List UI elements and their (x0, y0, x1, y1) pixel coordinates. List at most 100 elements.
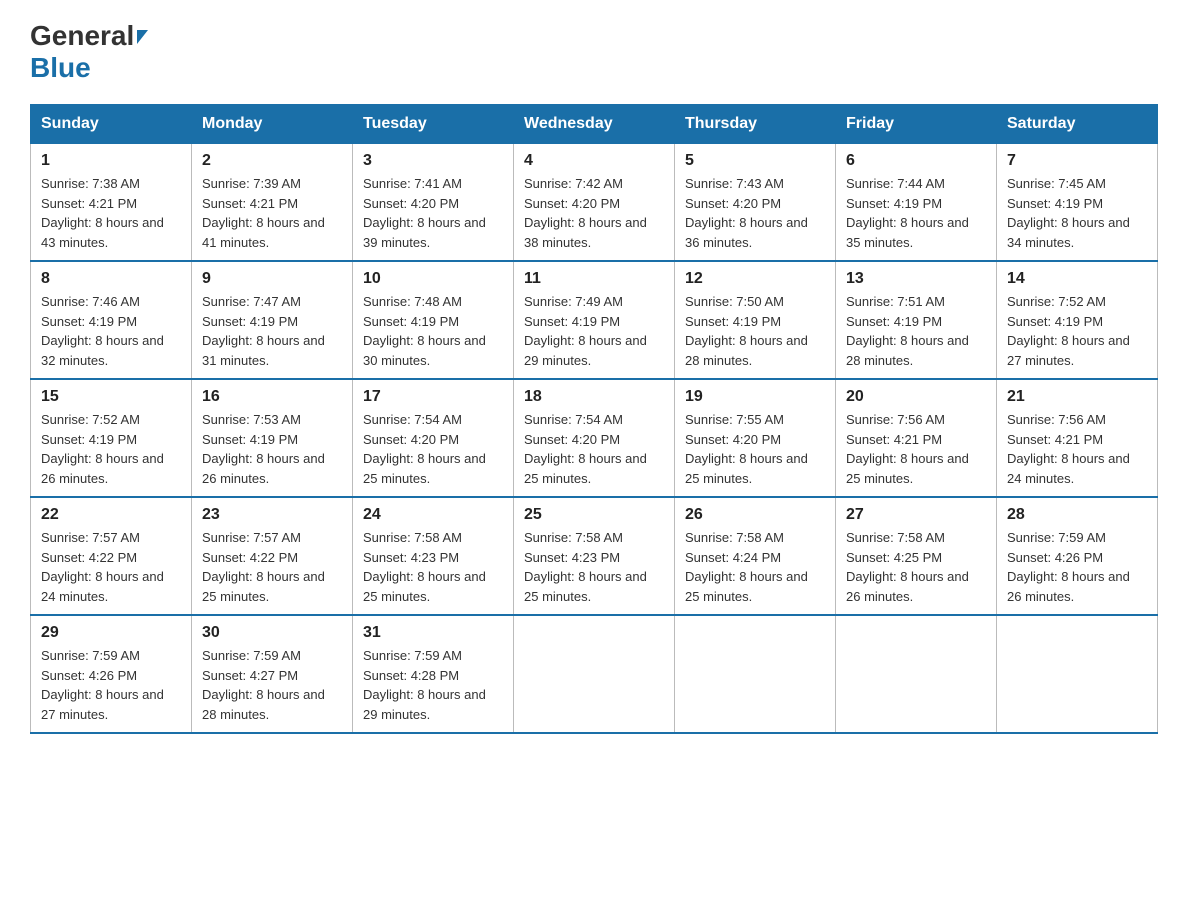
header-friday: Friday (836, 105, 997, 144)
calendar-cell: 14 Sunrise: 7:52 AM Sunset: 4:19 PM Dayl… (997, 261, 1158, 379)
day-info: Sunrise: 7:42 AM Sunset: 4:20 PM Dayligh… (524, 174, 664, 252)
day-info: Sunrise: 7:54 AM Sunset: 4:20 PM Dayligh… (363, 410, 503, 488)
calendar-cell: 27 Sunrise: 7:58 AM Sunset: 4:25 PM Dayl… (836, 497, 997, 615)
calendar-cell: 16 Sunrise: 7:53 AM Sunset: 4:19 PM Dayl… (192, 379, 353, 497)
day-info: Sunrise: 7:43 AM Sunset: 4:20 PM Dayligh… (685, 174, 825, 252)
day-number: 14 (1007, 270, 1147, 288)
day-number: 18 (524, 388, 664, 406)
day-info: Sunrise: 7:38 AM Sunset: 4:21 PM Dayligh… (41, 174, 181, 252)
calendar-cell: 3 Sunrise: 7:41 AM Sunset: 4:20 PM Dayli… (353, 144, 514, 262)
calendar-cell: 12 Sunrise: 7:50 AM Sunset: 4:19 PM Dayl… (675, 261, 836, 379)
logo-blue-text: Blue (30, 52, 91, 83)
calendar-cell: 1 Sunrise: 7:38 AM Sunset: 4:21 PM Dayli… (31, 144, 192, 262)
day-info: Sunrise: 7:55 AM Sunset: 4:20 PM Dayligh… (685, 410, 825, 488)
day-number: 1 (41, 152, 181, 170)
calendar-cell: 5 Sunrise: 7:43 AM Sunset: 4:20 PM Dayli… (675, 144, 836, 262)
day-info: Sunrise: 7:46 AM Sunset: 4:19 PM Dayligh… (41, 292, 181, 370)
weekday-header-row: SundayMondayTuesdayWednesdayThursdayFrid… (31, 105, 1158, 144)
day-number: 6 (846, 152, 986, 170)
day-number: 31 (363, 624, 503, 642)
day-number: 16 (202, 388, 342, 406)
calendar-cell: 20 Sunrise: 7:56 AM Sunset: 4:21 PM Dayl… (836, 379, 997, 497)
calendar-cell: 26 Sunrise: 7:58 AM Sunset: 4:24 PM Dayl… (675, 497, 836, 615)
day-info: Sunrise: 7:47 AM Sunset: 4:19 PM Dayligh… (202, 292, 342, 370)
day-info: Sunrise: 7:49 AM Sunset: 4:19 PM Dayligh… (524, 292, 664, 370)
day-number: 28 (1007, 506, 1147, 524)
day-info: Sunrise: 7:58 AM Sunset: 4:24 PM Dayligh… (685, 528, 825, 606)
header-tuesday: Tuesday (353, 105, 514, 144)
day-number: 17 (363, 388, 503, 406)
day-number: 23 (202, 506, 342, 524)
day-number: 4 (524, 152, 664, 170)
day-number: 25 (524, 506, 664, 524)
calendar-cell (514, 615, 675, 733)
week-row-2: 8 Sunrise: 7:46 AM Sunset: 4:19 PM Dayli… (31, 261, 1158, 379)
day-number: 7 (1007, 152, 1147, 170)
calendar-cell: 2 Sunrise: 7:39 AM Sunset: 4:21 PM Dayli… (192, 144, 353, 262)
day-info: Sunrise: 7:59 AM Sunset: 4:27 PM Dayligh… (202, 646, 342, 724)
week-row-4: 22 Sunrise: 7:57 AM Sunset: 4:22 PM Dayl… (31, 497, 1158, 615)
calendar-cell: 4 Sunrise: 7:42 AM Sunset: 4:20 PM Dayli… (514, 144, 675, 262)
calendar-cell: 11 Sunrise: 7:49 AM Sunset: 4:19 PM Dayl… (514, 261, 675, 379)
header-monday: Monday (192, 105, 353, 144)
header-thursday: Thursday (675, 105, 836, 144)
day-number: 5 (685, 152, 825, 170)
day-number: 9 (202, 270, 342, 288)
week-row-5: 29 Sunrise: 7:59 AM Sunset: 4:26 PM Dayl… (31, 615, 1158, 733)
calendar-cell: 21 Sunrise: 7:56 AM Sunset: 4:21 PM Dayl… (997, 379, 1158, 497)
calendar-cell: 8 Sunrise: 7:46 AM Sunset: 4:19 PM Dayli… (31, 261, 192, 379)
day-number: 20 (846, 388, 986, 406)
calendar-cell: 15 Sunrise: 7:52 AM Sunset: 4:19 PM Dayl… (31, 379, 192, 497)
week-row-1: 1 Sunrise: 7:38 AM Sunset: 4:21 PM Dayli… (31, 144, 1158, 262)
day-info: Sunrise: 7:59 AM Sunset: 4:28 PM Dayligh… (363, 646, 503, 724)
header-sunday: Sunday (31, 105, 192, 144)
day-number: 8 (41, 270, 181, 288)
calendar-cell: 25 Sunrise: 7:58 AM Sunset: 4:23 PM Dayl… (514, 497, 675, 615)
day-info: Sunrise: 7:59 AM Sunset: 4:26 PM Dayligh… (41, 646, 181, 724)
calendar-cell: 10 Sunrise: 7:48 AM Sunset: 4:19 PM Dayl… (353, 261, 514, 379)
calendar-cell: 28 Sunrise: 7:59 AM Sunset: 4:26 PM Dayl… (997, 497, 1158, 615)
calendar-cell: 6 Sunrise: 7:44 AM Sunset: 4:19 PM Dayli… (836, 144, 997, 262)
calendar-cell (836, 615, 997, 733)
day-number: 27 (846, 506, 986, 524)
calendar-table: SundayMondayTuesdayWednesdayThursdayFrid… (30, 104, 1158, 734)
calendar-cell: 9 Sunrise: 7:47 AM Sunset: 4:19 PM Dayli… (192, 261, 353, 379)
calendar-cell: 17 Sunrise: 7:54 AM Sunset: 4:20 PM Dayl… (353, 379, 514, 497)
day-number: 26 (685, 506, 825, 524)
day-info: Sunrise: 7:56 AM Sunset: 4:21 PM Dayligh… (1007, 410, 1147, 488)
calendar-cell: 30 Sunrise: 7:59 AM Sunset: 4:27 PM Dayl… (192, 615, 353, 733)
day-info: Sunrise: 7:59 AM Sunset: 4:26 PM Dayligh… (1007, 528, 1147, 606)
day-info: Sunrise: 7:53 AM Sunset: 4:19 PM Dayligh… (202, 410, 342, 488)
calendar-cell: 18 Sunrise: 7:54 AM Sunset: 4:20 PM Dayl… (514, 379, 675, 497)
logo: General Blue (30, 20, 148, 84)
calendar-cell: 31 Sunrise: 7:59 AM Sunset: 4:28 PM Dayl… (353, 615, 514, 733)
logo-general-text: General (30, 20, 134, 52)
day-number: 21 (1007, 388, 1147, 406)
day-info: Sunrise: 7:48 AM Sunset: 4:19 PM Dayligh… (363, 292, 503, 370)
day-number: 19 (685, 388, 825, 406)
calendar-cell (675, 615, 836, 733)
day-info: Sunrise: 7:50 AM Sunset: 4:19 PM Dayligh… (685, 292, 825, 370)
calendar-cell: 7 Sunrise: 7:45 AM Sunset: 4:19 PM Dayli… (997, 144, 1158, 262)
day-info: Sunrise: 7:58 AM Sunset: 4:23 PM Dayligh… (524, 528, 664, 606)
calendar-cell: 19 Sunrise: 7:55 AM Sunset: 4:20 PM Dayl… (675, 379, 836, 497)
day-number: 11 (524, 270, 664, 288)
day-number: 24 (363, 506, 503, 524)
calendar-cell: 24 Sunrise: 7:58 AM Sunset: 4:23 PM Dayl… (353, 497, 514, 615)
calendar-cell: 22 Sunrise: 7:57 AM Sunset: 4:22 PM Dayl… (31, 497, 192, 615)
day-info: Sunrise: 7:57 AM Sunset: 4:22 PM Dayligh… (41, 528, 181, 606)
calendar-cell (997, 615, 1158, 733)
day-info: Sunrise: 7:51 AM Sunset: 4:19 PM Dayligh… (846, 292, 986, 370)
day-info: Sunrise: 7:54 AM Sunset: 4:20 PM Dayligh… (524, 410, 664, 488)
day-info: Sunrise: 7:58 AM Sunset: 4:23 PM Dayligh… (363, 528, 503, 606)
day-number: 22 (41, 506, 181, 524)
day-number: 15 (41, 388, 181, 406)
day-number: 30 (202, 624, 342, 642)
calendar-cell: 23 Sunrise: 7:57 AM Sunset: 4:22 PM Dayl… (192, 497, 353, 615)
week-row-3: 15 Sunrise: 7:52 AM Sunset: 4:19 PM Dayl… (31, 379, 1158, 497)
day-info: Sunrise: 7:57 AM Sunset: 4:22 PM Dayligh… (202, 528, 342, 606)
day-info: Sunrise: 7:58 AM Sunset: 4:25 PM Dayligh… (846, 528, 986, 606)
logo-triangle-icon (137, 30, 148, 44)
day-number: 2 (202, 152, 342, 170)
day-number: 13 (846, 270, 986, 288)
